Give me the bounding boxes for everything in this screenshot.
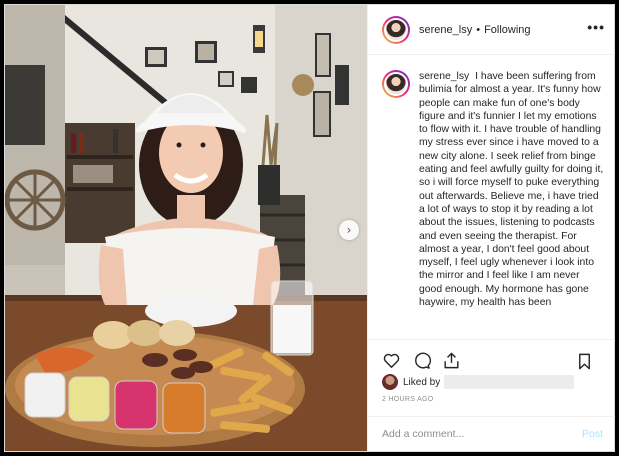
caption-username[interactable]: serene_lsy bbox=[419, 71, 469, 82]
post-timestamp[interactable]: 2 HOURS AGO bbox=[382, 396, 434, 403]
liked-by-row: Liked by bbox=[382, 374, 575, 390]
post-comment-button[interactable]: Post bbox=[582, 428, 603, 440]
separator-dot: • bbox=[476, 23, 481, 36]
post-header: serene_lsy • Following ••• bbox=[368, 5, 615, 55]
more-options-button[interactable]: ••• bbox=[587, 19, 605, 35]
heart-icon bbox=[383, 353, 399, 368]
bookmark-icon bbox=[578, 353, 590, 369]
caption-text: I have been suffering from bulimia for a… bbox=[419, 71, 604, 309]
post-photo-illustration bbox=[5, 5, 367, 451]
share-icon bbox=[443, 352, 459, 369]
author-info: serene_lsy • Following bbox=[419, 24, 531, 36]
comment-input[interactable] bbox=[382, 428, 582, 440]
comment-bar: Post bbox=[368, 416, 615, 451]
comment-button[interactable] bbox=[410, 350, 432, 372]
chevron-right-icon: › bbox=[346, 223, 352, 237]
author-avatar[interactable] bbox=[382, 15, 410, 44]
instagram-post-window: › serene_lsy • Following ••• serene_lsy … bbox=[4, 4, 615, 452]
caption-author-avatar[interactable] bbox=[382, 70, 410, 98]
follow-status-button[interactable]: Following bbox=[484, 24, 530, 36]
liked-by-label: Liked by bbox=[403, 376, 441, 388]
comment-icon bbox=[414, 352, 431, 369]
caption-section: serene_lsy I have been suffering from bu… bbox=[368, 56, 615, 338]
save-button[interactable] bbox=[573, 350, 595, 372]
avatar-image bbox=[384, 72, 408, 96]
avatar-image bbox=[384, 17, 408, 42]
liked-by-redacted bbox=[444, 375, 575, 389]
liker-avatar[interactable] bbox=[382, 374, 398, 390]
carousel-next-button[interactable]: › bbox=[339, 220, 359, 240]
post-photo[interactable]: › bbox=[5, 5, 367, 451]
post-caption: serene_lsy I have been suffering from bu… bbox=[419, 70, 604, 338]
post-side-panel: serene_lsy • Following ••• serene_lsy I … bbox=[367, 5, 615, 451]
like-button[interactable] bbox=[380, 350, 402, 372]
author-username[interactable]: serene_lsy bbox=[419, 24, 472, 36]
share-button[interactable] bbox=[440, 350, 462, 372]
